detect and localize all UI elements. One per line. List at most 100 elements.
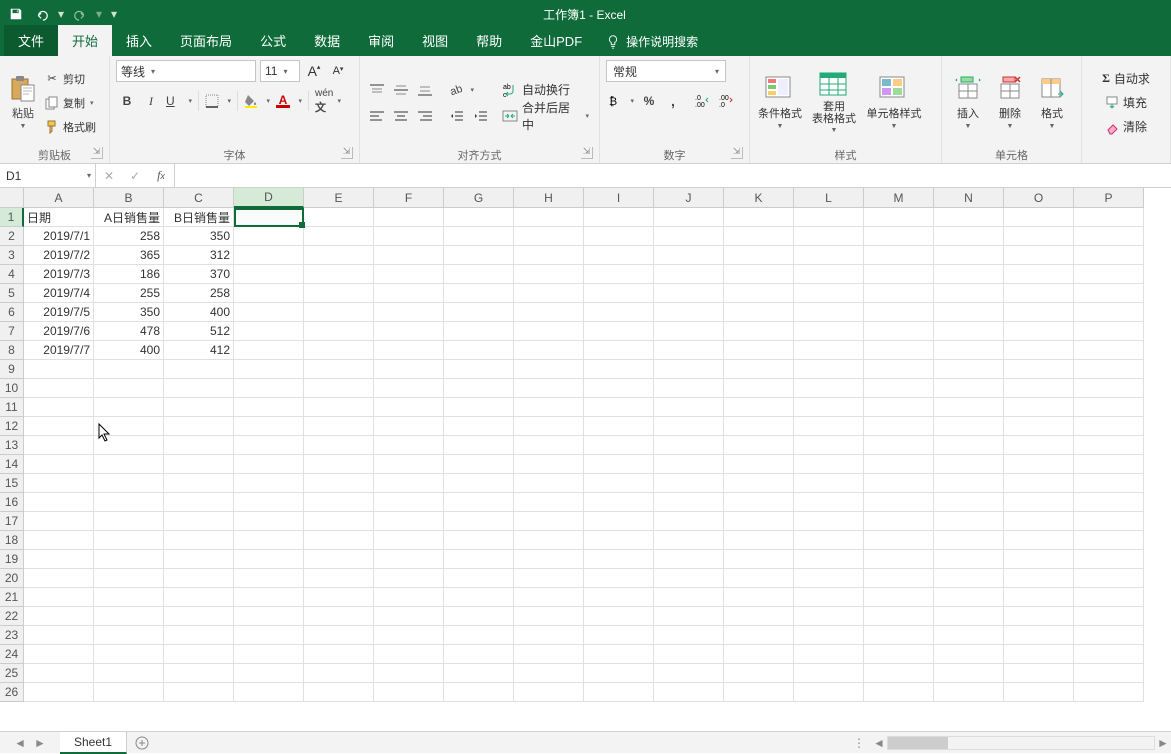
cell-N12[interactable] (934, 417, 1004, 436)
cell-P17[interactable] (1074, 512, 1144, 531)
cell-O25[interactable] (1004, 664, 1074, 683)
cell-A3[interactable]: 2019/7/2 (24, 246, 94, 265)
cut-button[interactable]: ✂剪切 (42, 68, 98, 90)
insert-cells-button[interactable]: 插入▼ (948, 75, 988, 130)
cell-B15[interactable] (94, 474, 164, 493)
tab-formulas[interactable]: 公式 (246, 25, 300, 56)
row-header-22[interactable]: 22 (0, 607, 24, 626)
cell-I21[interactable] (584, 588, 654, 607)
cell-M2[interactable] (864, 227, 934, 246)
cell-J25[interactable] (654, 664, 724, 683)
qat-customize-icon[interactable]: ▾ (106, 7, 122, 21)
cell-A11[interactable] (24, 398, 94, 417)
cell-K6[interactable] (724, 303, 794, 322)
cell-O22[interactable] (1004, 607, 1074, 626)
cell-P15[interactable] (1074, 474, 1144, 493)
cell-I11[interactable] (584, 398, 654, 417)
cell-H14[interactable] (514, 455, 584, 474)
cell-P20[interactable] (1074, 569, 1144, 588)
cell-I8[interactable] (584, 341, 654, 360)
cell-G19[interactable] (444, 550, 514, 569)
cell-K25[interactable] (724, 664, 794, 683)
cell-N8[interactable] (934, 341, 1004, 360)
cell-B12[interactable] (94, 417, 164, 436)
row-header-6[interactable]: 6 (0, 303, 24, 322)
cell-C10[interactable] (164, 379, 234, 398)
cell-A25[interactable] (24, 664, 94, 683)
cell-M18[interactable] (864, 531, 934, 550)
column-header-M[interactable]: M (864, 188, 934, 208)
cell-F13[interactable] (374, 436, 444, 455)
cell-E12[interactable] (304, 417, 374, 436)
cell-P10[interactable] (1074, 379, 1144, 398)
cell-G9[interactable] (444, 360, 514, 379)
cell-K1[interactable] (724, 208, 794, 227)
cell-I6[interactable] (584, 303, 654, 322)
cell-I2[interactable] (584, 227, 654, 246)
cell-G8[interactable] (444, 341, 514, 360)
cell-H6[interactable] (514, 303, 584, 322)
cell-P9[interactable] (1074, 360, 1144, 379)
cell-C13[interactable] (164, 436, 234, 455)
tab-split-handle[interactable]: ⋮ (853, 736, 865, 750)
cell-M15[interactable] (864, 474, 934, 493)
cell-J1[interactable] (654, 208, 724, 227)
italic-button[interactable]: I (140, 90, 162, 112)
cell-E11[interactable] (304, 398, 374, 417)
cell-F23[interactable] (374, 626, 444, 645)
cell-P25[interactable] (1074, 664, 1144, 683)
cell-H4[interactable] (514, 265, 584, 284)
cell-I14[interactable] (584, 455, 654, 474)
cell-K10[interactable] (724, 379, 794, 398)
cell-M11[interactable] (864, 398, 934, 417)
cell-F21[interactable] (374, 588, 444, 607)
column-header-L[interactable]: L (794, 188, 864, 208)
cell-A5[interactable]: 2019/7/4 (24, 284, 94, 303)
cell-F9[interactable] (374, 360, 444, 379)
cell-C5[interactable]: 258 (164, 284, 234, 303)
font-name-select[interactable]: 等线▾ (116, 60, 256, 82)
cell-D20[interactable] (234, 569, 304, 588)
cell-O3[interactable] (1004, 246, 1074, 265)
row-header-18[interactable]: 18 (0, 531, 24, 550)
cell-B19[interactable] (94, 550, 164, 569)
align-top-button[interactable] (366, 79, 388, 101)
cell-F14[interactable] (374, 455, 444, 474)
cell-N5[interactable] (934, 284, 1004, 303)
column-header-P[interactable]: P (1074, 188, 1144, 208)
cell-B21[interactable] (94, 588, 164, 607)
clear-button[interactable]: 清除 (1103, 116, 1149, 138)
cell-B23[interactable] (94, 626, 164, 645)
cell-G15[interactable] (444, 474, 514, 493)
cell-O24[interactable] (1004, 645, 1074, 664)
row-header-17[interactable]: 17 (0, 512, 24, 531)
cell-D12[interactable] (234, 417, 304, 436)
cell-L10[interactable] (794, 379, 864, 398)
cell-F8[interactable] (374, 341, 444, 360)
cell-E9[interactable] (304, 360, 374, 379)
horizontal-scrollbar[interactable]: ◄► (871, 736, 1171, 750)
cell-F6[interactable] (374, 303, 444, 322)
cell-O9[interactable] (1004, 360, 1074, 379)
cell-L11[interactable] (794, 398, 864, 417)
enter-formula-button[interactable]: ✓ (122, 169, 148, 183)
cell-N1[interactable] (934, 208, 1004, 227)
cell-C15[interactable] (164, 474, 234, 493)
cell-H13[interactable] (514, 436, 584, 455)
cell-C4[interactable]: 370 (164, 265, 234, 284)
cell-D21[interactable] (234, 588, 304, 607)
cell-A9[interactable] (24, 360, 94, 379)
cell-O2[interactable] (1004, 227, 1074, 246)
cell-O11[interactable] (1004, 398, 1074, 417)
cell-A17[interactable] (24, 512, 94, 531)
cell-P11[interactable] (1074, 398, 1144, 417)
cell-N7[interactable] (934, 322, 1004, 341)
cell-A4[interactable]: 2019/7/3 (24, 265, 94, 284)
cell-G12[interactable] (444, 417, 514, 436)
cell-L24[interactable] (794, 645, 864, 664)
cell-J16[interactable] (654, 493, 724, 512)
column-header-D[interactable]: D (234, 188, 304, 208)
redo-dropdown-icon[interactable]: ▾ (94, 7, 104, 21)
cell-P1[interactable] (1074, 208, 1144, 227)
cell-J23[interactable] (654, 626, 724, 645)
